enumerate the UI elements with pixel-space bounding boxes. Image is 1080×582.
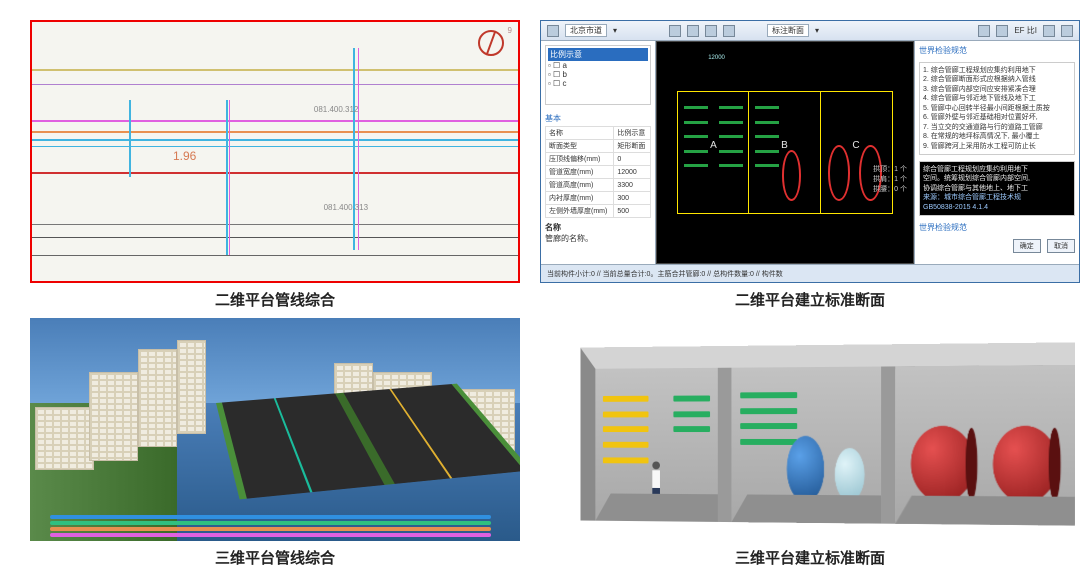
spec-source-box: 综合管廊工程规划应集约利用地下 空间。统筹规划综合管廊内部空间, 协调综合管廊与… bbox=[919, 161, 1075, 216]
notes-title-2: 世界检验规范 bbox=[919, 222, 1075, 233]
corridor-box bbox=[581, 342, 1076, 526]
junction-line bbox=[229, 100, 230, 255]
junction-line bbox=[358, 48, 359, 250]
cell-label: B bbox=[781, 140, 788, 151]
pipe-line bbox=[32, 139, 518, 141]
dim-text: 12000 bbox=[708, 55, 725, 61]
panel-2d-pipeline-plan: 9 1.96 081.400.312 081.400.313 二维平台管线综合 bbox=[30, 20, 520, 310]
pipe-line bbox=[32, 69, 518, 71]
pipe-3d bbox=[50, 533, 491, 537]
prop-row: 断面类型矩形断面 bbox=[546, 140, 651, 153]
dropdown-annotation[interactable]: 标注断面 bbox=[767, 24, 809, 37]
tree-item[interactable]: ▫ ☐ b bbox=[548, 70, 648, 79]
building bbox=[89, 372, 138, 461]
road-edge bbox=[32, 255, 518, 256]
pipe-line bbox=[32, 131, 518, 133]
tool-icon[interactable] bbox=[705, 25, 717, 37]
compartment-b bbox=[732, 366, 896, 524]
prop-row: 内衬厚度(mm)300 bbox=[546, 192, 651, 205]
junction-line bbox=[129, 100, 131, 178]
tool-icon[interactable] bbox=[1061, 25, 1073, 37]
spec-list: 1. 综合管廊工程规划应集约利用地下 2. 综合管廊断面形式应根据纳入管线 3.… bbox=[919, 62, 1075, 155]
pipe-3d bbox=[50, 527, 491, 531]
caption: 三维平台管线综合 bbox=[30, 541, 520, 568]
corridor-section: A B C bbox=[677, 91, 892, 215]
tree-item[interactable]: ▫ ☐ c bbox=[548, 79, 648, 88]
panel-2d-section-software: 北京市道 ▾ 标注断面 ▾ EF 比I 比例示意 bbox=[540, 20, 1080, 310]
dim-text: 081.400.312 bbox=[314, 105, 359, 114]
name-label: 名称 bbox=[545, 222, 651, 233]
cad-window: 北京市道 ▾ 标注断面 ▾ EF 比I 比例示意 bbox=[540, 20, 1080, 283]
properties-table: 名称比例示意 断面类型矩形断面 压顶线偏移(mm)0 管道宽度(mm)12000… bbox=[545, 126, 651, 218]
cell-label: A bbox=[710, 140, 717, 151]
tool-icon[interactable] bbox=[547, 25, 559, 37]
cell-b: B bbox=[749, 92, 820, 214]
tool-icon[interactable] bbox=[669, 25, 681, 37]
prop-row: 管道宽度(mm)12000 bbox=[546, 166, 651, 179]
grade-label: 1.96 bbox=[173, 149, 196, 163]
cancel-button[interactable]: 取消 bbox=[1047, 239, 1075, 253]
pipe-line bbox=[32, 146, 518, 147]
dropdown-arrow-icon[interactable]: ▾ bbox=[613, 26, 617, 35]
name-hint: 管廊的名称。 bbox=[545, 233, 651, 244]
junction-line bbox=[353, 48, 355, 250]
prop-row: 名称比例示意 bbox=[546, 127, 651, 140]
building bbox=[177, 340, 206, 434]
cell-c: C bbox=[821, 92, 892, 214]
plan-drawing: 9 1.96 081.400.312 081.400.313 bbox=[30, 20, 520, 283]
right-panel: 世界检验规范 1. 综合管廊工程规划应集约利用地下 2. 综合管廊断面形式应根据… bbox=[914, 41, 1079, 264]
layer-tree[interactable]: 比例示意 ▫ ☐ a ▫ ☐ b ▫ ☐ c bbox=[545, 45, 651, 105]
prop-row: 管道高度(mm)3300 bbox=[546, 179, 651, 192]
panel-3d-pipeline-render: 三维平台管线综合 bbox=[30, 318, 520, 568]
pipe-line bbox=[32, 84, 518, 85]
dropdown-arrow-icon[interactable]: ▾ bbox=[815, 26, 819, 35]
median bbox=[335, 392, 396, 484]
render-view bbox=[30, 318, 520, 541]
ok-button[interactable]: 确定 bbox=[1013, 239, 1041, 253]
building bbox=[138, 349, 177, 447]
compass-label: 9 bbox=[508, 26, 512, 35]
pipe-outline bbox=[782, 150, 802, 201]
status-text: 当前构件小计:0 // 当前总量合计:0。主筋合并管廊:0 // 总构件数量:0… bbox=[547, 269, 783, 279]
dim-text: 081.400.313 bbox=[324, 203, 369, 212]
caption: 三维平台建立标准断面 bbox=[540, 541, 1080, 568]
count-box: 拱顶：1 个 拱肩：1 个 拱腰：0 个 bbox=[873, 164, 907, 194]
compartment-a bbox=[596, 367, 732, 522]
pipe-line bbox=[32, 120, 518, 122]
cell-a: A bbox=[678, 92, 749, 214]
caption: 二维平台管线综合 bbox=[30, 283, 520, 310]
pipe-line bbox=[32, 172, 518, 174]
notes-title: 世界检验规范 bbox=[919, 45, 1075, 56]
cell-label: C bbox=[852, 140, 859, 151]
status-bar: 当前构件小计:0 // 当前总量合计:0。主筋合并管廊:0 // 总构件数量:0… bbox=[541, 264, 1079, 282]
toolbar: 北京市道 ▾ 标注断面 ▾ EF 比I bbox=[541, 21, 1079, 41]
prop-row: 左侧外墙厚度(mm)500 bbox=[546, 205, 651, 218]
compartment-c bbox=[896, 365, 1075, 526]
prop-row: 压顶线偏移(mm)0 bbox=[546, 153, 651, 166]
road-edge bbox=[32, 224, 518, 225]
tool-icon[interactable] bbox=[723, 25, 735, 37]
tool-icon[interactable] bbox=[687, 25, 699, 37]
panel-3d-section-render: 三维平台建立标准断面 bbox=[540, 318, 1080, 568]
section-canvas[interactable]: 12000 A B C bbox=[656, 41, 914, 264]
left-panel: 比例示意 ▫ ☐ a ▫ ☐ b ▫ ☐ c 基本 名称比例示意 断面类型矩形断… bbox=[541, 41, 656, 264]
compass-icon bbox=[478, 30, 504, 56]
building bbox=[35, 407, 94, 469]
prop-group: 基本 bbox=[545, 111, 651, 126]
pipe-3d bbox=[50, 521, 491, 525]
tool-icon[interactable] bbox=[978, 25, 990, 37]
tool-icon[interactable] bbox=[1043, 25, 1055, 37]
pipe-outline bbox=[828, 145, 851, 201]
pipe-3d bbox=[50, 515, 491, 519]
cutaway-view bbox=[540, 318, 1080, 541]
tree-item[interactable]: ▫ ☐ a bbox=[548, 61, 648, 70]
tool-icon[interactable] bbox=[996, 25, 1008, 37]
tree-root[interactable]: 比例示意 bbox=[548, 48, 648, 61]
caption: 二维平台建立标准断面 bbox=[540, 283, 1080, 310]
dropdown-road[interactable]: 北京市道 bbox=[565, 24, 607, 37]
road-edge bbox=[32, 237, 518, 238]
